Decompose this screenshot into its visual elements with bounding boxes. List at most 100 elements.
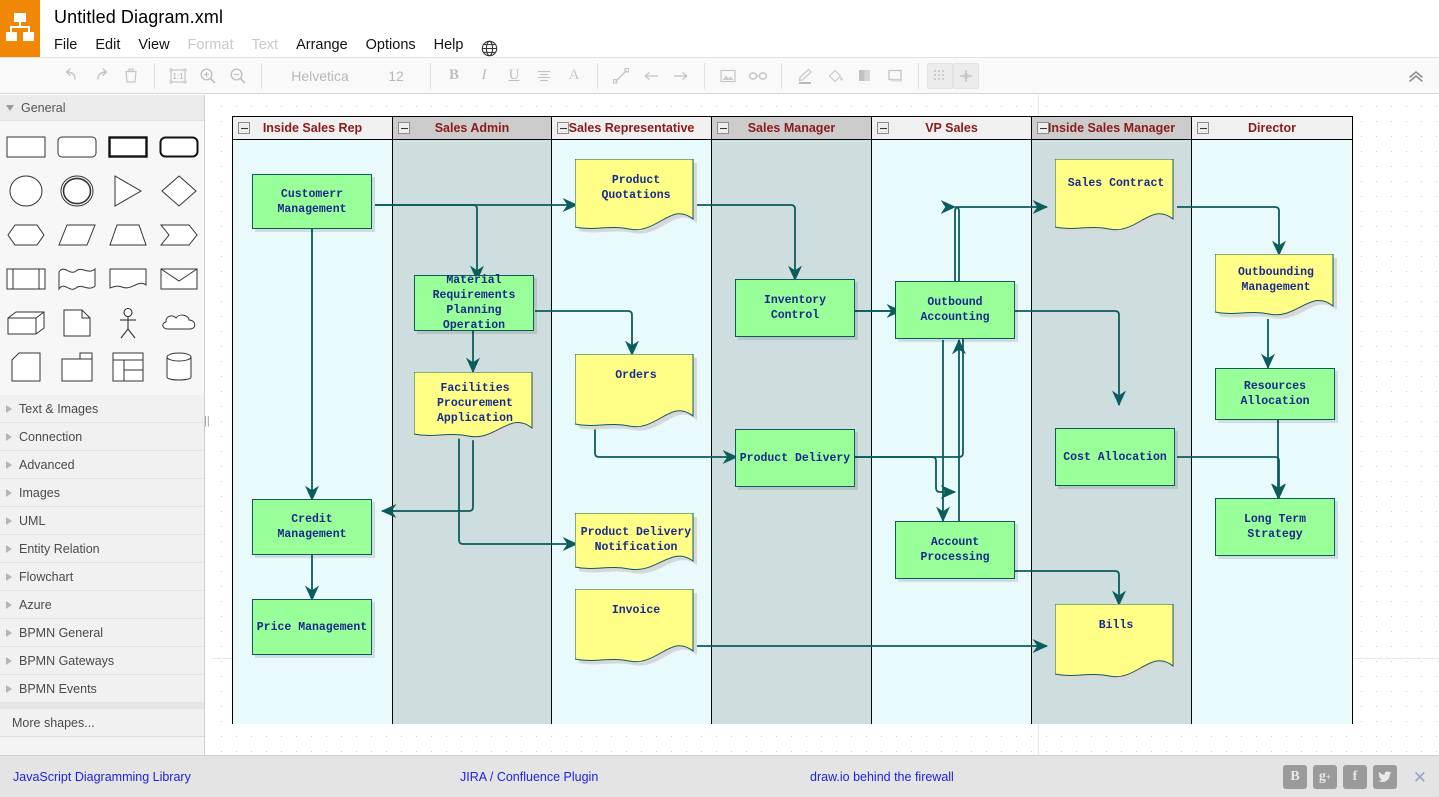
node-invoice[interactable]: Invoice	[575, 589, 697, 671]
lane-collapse-icon[interactable]	[398, 122, 410, 134]
line-color-icon[interactable]	[790, 61, 820, 91]
node-customerr-management[interactable]: Customerr Management	[252, 174, 372, 229]
shape-document[interactable]	[102, 261, 153, 297]
sidebar-item-text-images[interactable]: Text & Images	[0, 395, 204, 423]
node-credit-management[interactable]: Credit Management	[252, 499, 372, 555]
fill-color-icon[interactable]	[820, 61, 850, 91]
shadow-icon[interactable]	[850, 61, 880, 91]
node-long-term-strategy[interactable]: Long Term Strategy	[1215, 498, 1335, 556]
underline-icon[interactable]: U	[499, 61, 529, 91]
sidebar-item-bpmn-events[interactable]: BPMN Events	[0, 675, 204, 703]
sidebar-item-uml[interactable]: UML	[0, 507, 204, 535]
shape-cube[interactable]	[0, 305, 51, 341]
zoom-actual-icon[interactable]: 1:1	[163, 61, 193, 91]
menu-arrange[interactable]: Arrange	[296, 37, 348, 53]
redo-icon[interactable]	[86, 61, 116, 91]
font-size-select[interactable]: 12	[370, 61, 422, 91]
shape-ellipse[interactable]	[0, 173, 51, 209]
sidebar-section-general[interactable]: General	[0, 95, 204, 121]
lane-collapse-icon[interactable]	[557, 122, 569, 134]
collapse-toolbar-button[interactable]	[1401, 62, 1431, 92]
node-material-requirements-planning-operation[interactable]: Material Requirements Planning Operation	[414, 274, 534, 332]
lane-collapse-icon[interactable]	[877, 122, 889, 134]
waypoints-icon[interactable]	[953, 62, 979, 89]
delete-icon[interactable]	[116, 61, 146, 91]
lane-collapse-icon[interactable]	[1037, 122, 1049, 134]
node-facilities-procurement-application[interactable]: Facilities Procurement Application	[414, 372, 536, 446]
shape-rounded-rectangle[interactable]	[51, 129, 102, 165]
arrow-right-icon[interactable]	[666, 61, 696, 91]
sidebar-item-images[interactable]: Images	[0, 479, 204, 507]
shape-rhombus[interactable]	[153, 173, 204, 209]
shape-actor[interactable]	[102, 305, 153, 341]
shape-pill-rectangle[interactable]	[153, 129, 204, 165]
shape-hexagon[interactable]	[0, 217, 51, 253]
node-price-management[interactable]: Price Management	[252, 599, 372, 655]
swimlane-sales-manager[interactable]: Sales Manager	[711, 116, 872, 724]
link-icon[interactable]	[743, 61, 773, 91]
node-resources-allocation[interactable]: Resources Allocation	[1215, 368, 1335, 420]
menu-help[interactable]: Help	[434, 37, 464, 53]
shape-triangle[interactable]	[102, 173, 153, 209]
footer-link-behind-firewall[interactable]: draw.io behind the firewall	[810, 770, 954, 784]
outline-icon[interactable]	[880, 61, 910, 91]
node-inventory-control[interactable]: Inventory Control	[735, 279, 855, 337]
align-icon[interactable]	[529, 61, 559, 91]
menu-file[interactable]: File	[54, 37, 77, 53]
grid-icon[interactable]	[927, 62, 953, 89]
node-product-delivery-notification[interactable]: Product Delivery Notification	[575, 513, 697, 578]
undo-icon[interactable]	[56, 61, 86, 91]
globe-icon[interactable]	[481, 40, 498, 57]
node-orders[interactable]: Orders	[575, 354, 697, 436]
sidebar-resize-handle[interactable]: ||	[204, 415, 211, 431]
sidebar-item-bpmn-general[interactable]: BPMN General	[0, 619, 204, 647]
shape-thick-rectangle[interactable]	[102, 129, 153, 165]
swimlane-vp-sales[interactable]: VP Sales	[871, 116, 1032, 724]
swimlane-director[interactable]: Director	[1191, 116, 1353, 724]
shape-table[interactable]	[102, 349, 153, 385]
shape-process[interactable]	[0, 261, 51, 297]
sidebar-item-azure[interactable]: Azure	[0, 591, 204, 619]
arrow-left-icon[interactable]	[636, 61, 666, 91]
sidebar-item-connection[interactable]: Connection	[0, 423, 204, 451]
shape-cloud[interactable]	[153, 305, 204, 341]
font-family-select[interactable]: Helvetica	[270, 61, 370, 91]
shape-cylinder[interactable]	[153, 349, 204, 385]
node-outbound-accounting[interactable]: Outbound Accounting	[895, 281, 1015, 339]
sidebar-item-entity-relation[interactable]: Entity Relation	[0, 535, 204, 563]
shape-parallelogram[interactable]	[51, 217, 102, 253]
sidebar-item-flowchart[interactable]: Flowchart	[0, 563, 204, 591]
bold-icon[interactable]: B	[439, 61, 469, 91]
lane-collapse-icon[interactable]	[1197, 122, 1209, 134]
footer-link-jira-plugin[interactable]: JIRA / Confluence Plugin	[460, 770, 598, 784]
close-icon[interactable]: ✕	[1413, 768, 1427, 788]
node-product-quotations[interactable]: Product Quotations	[575, 159, 697, 239]
shape-step[interactable]	[153, 217, 204, 253]
node-account-processing[interactable]: Account Processing	[895, 521, 1015, 579]
menu-view[interactable]: View	[138, 37, 169, 53]
node-bills[interactable]: Bills	[1055, 604, 1177, 686]
sidebar-item-advanced[interactable]: Advanced	[0, 451, 204, 479]
sidebar-item-bpmn-gateways[interactable]: BPMN Gateways	[0, 647, 204, 675]
node-cost-allocation[interactable]: Cost Allocation	[1055, 428, 1175, 486]
blogger-icon[interactable]: B	[1283, 765, 1307, 789]
line-icon[interactable]	[606, 61, 636, 91]
shape-tape[interactable]	[51, 349, 102, 385]
shape-envelope[interactable]	[153, 261, 204, 297]
more-shapes-button[interactable]: More shapes...	[0, 703, 204, 737]
italic-icon[interactable]: I	[469, 61, 499, 91]
menu-options[interactable]: Options	[366, 37, 416, 53]
node-sales-contract[interactable]: Sales Contract	[1055, 159, 1177, 239]
shape-rectangle[interactable]	[0, 129, 51, 165]
image-icon[interactable]	[713, 61, 743, 91]
googleplus-icon[interactable]: g +	[1313, 765, 1337, 789]
node-product-delivery[interactable]: Product Delivery	[735, 429, 855, 487]
lane-collapse-icon[interactable]	[717, 122, 729, 134]
zoom-in-icon[interactable]	[193, 61, 223, 91]
lane-collapse-icon[interactable]	[238, 122, 250, 134]
facebook-icon[interactable]: f	[1343, 765, 1367, 789]
zoom-out-icon[interactable]	[223, 61, 253, 91]
diagram-canvas[interactable]: Inside Sales Rep Sales Admin Sales Repre…	[212, 95, 1439, 755]
swimlane-pool[interactable]: Inside Sales Rep Sales Admin Sales Repre…	[232, 116, 1353, 724]
footer-link-js-library[interactable]: JavaScript Diagramming Library	[13, 770, 191, 784]
